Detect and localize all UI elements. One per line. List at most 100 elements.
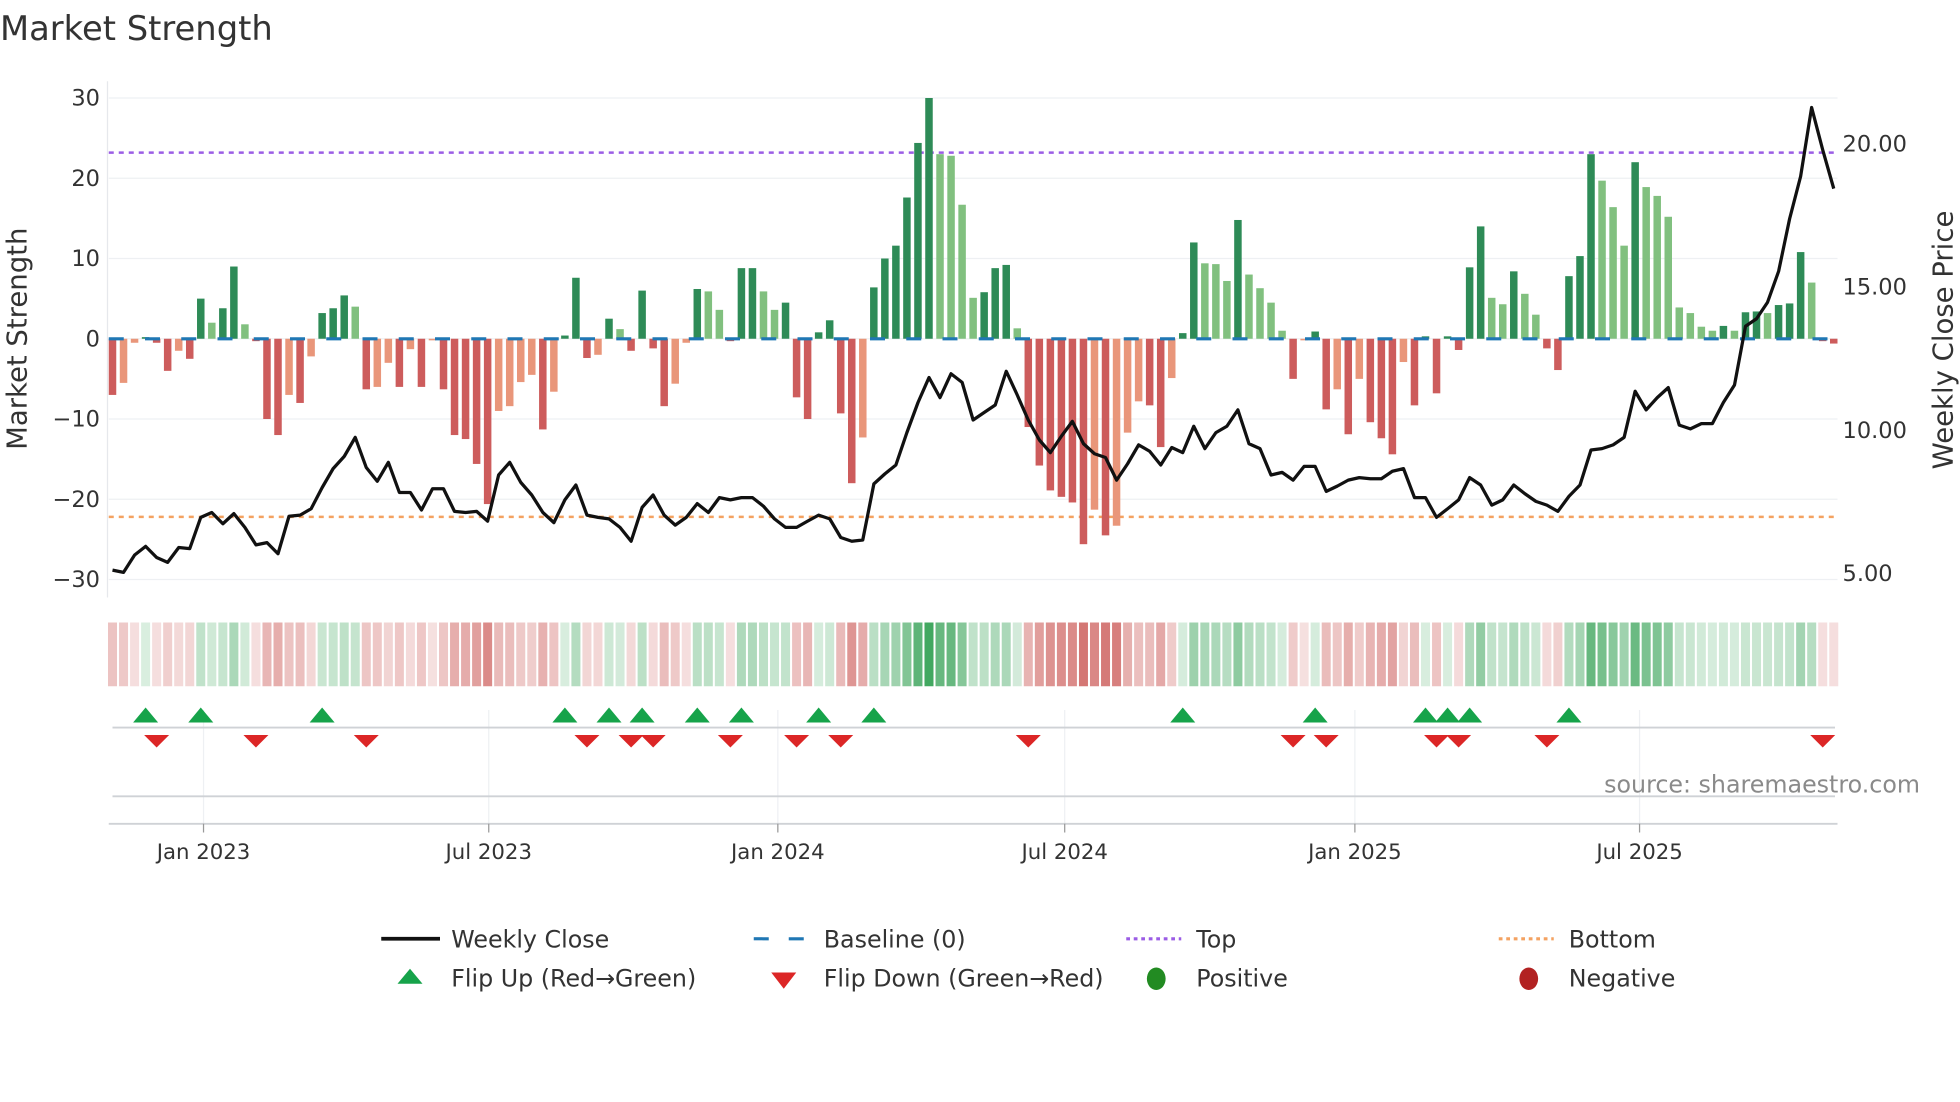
heat-cell	[1112, 622, 1122, 687]
heat-cell	[394, 622, 404, 687]
strength-bar	[1101, 338, 1110, 536]
strength-bar	[1675, 307, 1684, 339]
strength-bar	[1598, 180, 1606, 339]
heat-cell	[328, 622, 338, 687]
strength-bar	[1653, 195, 1661, 339]
circle-icon	[1519, 967, 1539, 990]
heat-cell	[538, 622, 548, 687]
flip-up-marker	[1302, 707, 1328, 723]
heat-cell	[637, 622, 647, 687]
heat-cell	[427, 622, 437, 687]
heat-cell	[736, 622, 746, 687]
heat-cell	[604, 622, 614, 687]
strength-bar	[870, 287, 878, 339]
heat-cell	[560, 622, 570, 687]
heat-cell	[725, 622, 735, 687]
x-tick-label: Jul 2023	[444, 840, 532, 865]
heat-cell	[1674, 622, 1684, 687]
strength-bar	[119, 338, 128, 383]
strength-bar	[958, 204, 966, 339]
heat-cell	[185, 622, 195, 687]
x-tick-labels: Jan 2023 Jul 2023 Jan 2024 Jul 2024 Jan 2025…	[155, 823, 1683, 865]
flip-down-marker	[1280, 735, 1306, 748]
strength-bar	[947, 155, 955, 339]
strength-bar	[1090, 338, 1099, 510]
heat-cell	[1299, 622, 1309, 687]
legend-positive[interactable]: Positive	[1146, 964, 1288, 992]
heat-cell	[130, 622, 140, 687]
strength-bar	[1046, 338, 1055, 491]
heat-cell	[1056, 622, 1066, 687]
strength-bar	[1366, 338, 1375, 423]
flip-up-marker	[552, 707, 578, 723]
heat-cell	[1277, 622, 1287, 687]
legend-baseline[interactable]: Baseline (0)	[753, 926, 966, 954]
strength-bar	[351, 306, 359, 339]
strength-bar	[825, 320, 834, 339]
heat-cell	[770, 622, 780, 687]
legend-bottom[interactable]: Bottom	[1498, 926, 1656, 954]
heat-cell	[1233, 622, 1243, 687]
heat-cell	[1498, 622, 1508, 687]
legend-flip-up[interactable]: Flip Up (Red→Green)	[397, 964, 697, 992]
y-tick-labels: −30 −20 −10 0 10 20 30	[53, 86, 100, 593]
strength-bar	[836, 338, 845, 414]
strength-bar	[539, 338, 547, 430]
legend-label: Positive	[1196, 964, 1288, 992]
legend-flip-down[interactable]: Flip Down (Green→Red)	[771, 964, 1104, 992]
legend-negative[interactable]: Negative	[1519, 964, 1675, 992]
strength-bar	[1399, 338, 1408, 363]
strength-bar	[1145, 338, 1154, 406]
strength-bar	[859, 338, 867, 438]
heat-cell	[1487, 622, 1497, 687]
strength-bar	[1123, 338, 1132, 433]
heat-cell	[1167, 622, 1177, 687]
x-tick-label: Jul 2025	[1594, 840, 1682, 865]
legend-weekly-close[interactable]: Weekly Close	[381, 926, 609, 954]
y-tick-label: 30	[71, 86, 100, 112]
strength-bar	[848, 338, 856, 484]
strength-bar	[472, 338, 481, 464]
strength-bar	[1454, 338, 1463, 350]
heat-cell	[505, 622, 515, 687]
strength-bar	[1730, 330, 1739, 339]
strength-bar	[1532, 314, 1540, 339]
flip-down-marker	[784, 735, 810, 748]
y-tick-label: 10	[71, 246, 100, 272]
heat-cell	[1774, 622, 1784, 687]
legend-top[interactable]: Top	[1126, 926, 1236, 954]
heat-cell	[1685, 622, 1695, 687]
heat-cell	[1619, 622, 1629, 687]
strength-bar	[704, 291, 713, 339]
strength-bar	[638, 290, 646, 339]
strength-bar	[1134, 338, 1143, 402]
flip-down-marker	[574, 735, 600, 748]
heat-cell	[284, 622, 294, 687]
legend-label: Negative	[1569, 964, 1676, 992]
strength-bar	[1223, 280, 1231, 339]
flip-up-marker	[806, 707, 832, 723]
heat-cell	[461, 622, 471, 687]
heat-cell	[1807, 622, 1817, 687]
strength-bar	[605, 318, 613, 339]
flip-up-marker	[133, 707, 159, 723]
strength-bar	[594, 338, 602, 355]
heat-cell	[1310, 622, 1320, 687]
strength-heat-strip	[108, 622, 1839, 687]
heat-cell	[792, 622, 802, 687]
strength-bar	[770, 309, 779, 339]
heat-cell	[416, 622, 426, 687]
heat-cell	[295, 622, 305, 687]
heat-cell	[880, 622, 890, 687]
heat-cell	[1740, 622, 1750, 687]
heat-cell	[1023, 622, 1033, 687]
strength-bar	[384, 338, 393, 363]
heat-cell	[1409, 622, 1419, 687]
heat-cell	[174, 622, 184, 687]
strength-bar	[395, 338, 404, 387]
heat-cell	[108, 622, 117, 687]
heat-cell	[516, 622, 526, 687]
heat-cell	[1443, 622, 1453, 687]
y2-tick-label: 5.00	[1843, 561, 1893, 587]
y-tick-label: 20	[71, 166, 100, 192]
